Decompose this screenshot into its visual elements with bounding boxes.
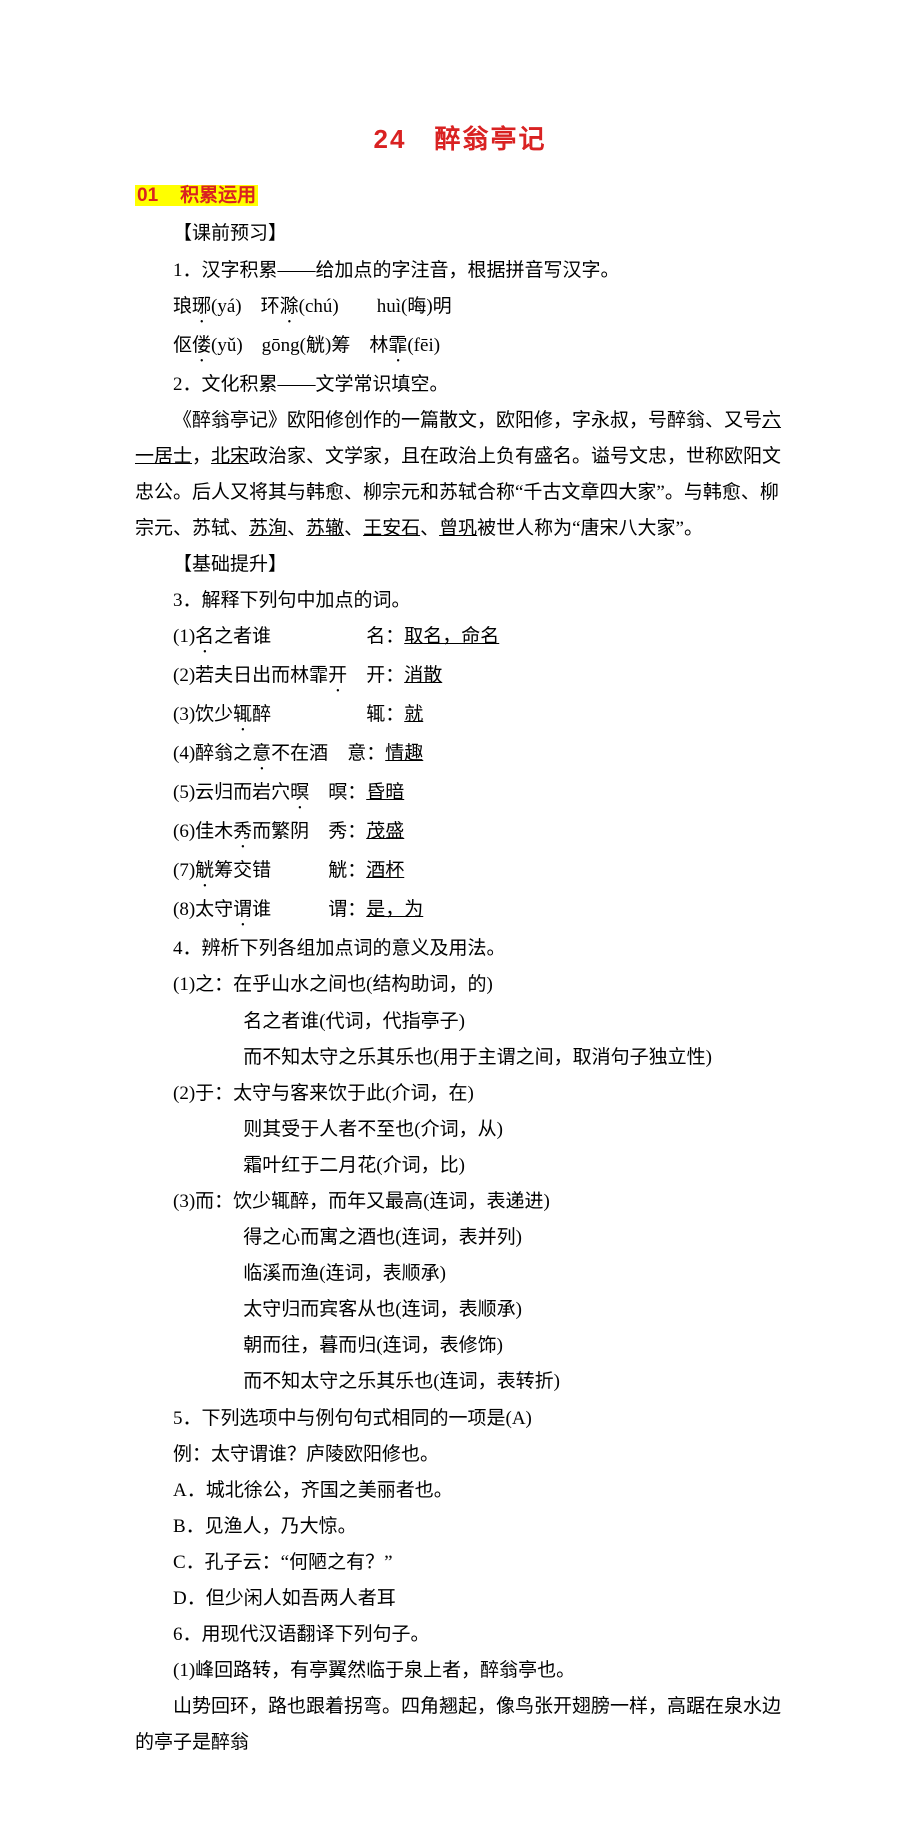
q3-item: (5)云归而岩穴暝 暝：昏暗 bbox=[135, 775, 785, 814]
q4-g2-l1: (2)于：太守与客来饮于此(介词，在) bbox=[135, 1076, 785, 1112]
q3-item: (4)醉翁之意不在酒 意：情趣 bbox=[135, 736, 785, 775]
q2-body: 《醉翁亭记》欧阳修创作的一篇散文，欧阳修，字永叔，号醉翁、又号六一居士，北宋政治… bbox=[135, 403, 785, 547]
q4-g2-l3: 霜叶红于二月花(介词，比) bbox=[135, 1148, 785, 1184]
q4-g1-l1: (1)之：在乎山水之间也(结构助词，的) bbox=[135, 967, 785, 1003]
q3-item: (1)名之者谁 名：取名，命名 bbox=[135, 619, 785, 658]
q1-line1: 琅琊(yá) 环滁(chú) huì(晦)明 bbox=[135, 289, 785, 328]
q3-item: (8)太守谓谁 谓：是，为 bbox=[135, 892, 785, 931]
q4-g3-l1: (3)而：饮少辄醉，而年又最高(连词，表递进) bbox=[135, 1184, 785, 1220]
q5-stem: 5．下列选项中与例句句式相同的一项是(A) bbox=[135, 1401, 785, 1437]
q4-g3-l3: 临溪而渔(连词，表顺承) bbox=[135, 1256, 785, 1292]
q4-g3-l5: 朝而往，暮而归(连词，表修饰) bbox=[135, 1328, 785, 1364]
subheading-keqian: 【课前预习】 bbox=[135, 216, 785, 252]
q5-option-b: B．见渔人，乃大惊。 bbox=[135, 1509, 785, 1545]
q4-g2-l2: 则其受于人者不至也(介词，从) bbox=[135, 1112, 785, 1148]
q4-g3-l2: 得之心而寓之酒也(连词，表并列) bbox=[135, 1220, 785, 1256]
page-title: 24 醉翁亭记 bbox=[135, 115, 785, 164]
q2-stem: 2．文化积累——文学常识填空。 bbox=[135, 367, 785, 403]
subheading-jichu: 【基础提升】 bbox=[135, 547, 785, 583]
q4-g3-l6: 而不知太守之乐其乐也(连词，表转折) bbox=[135, 1364, 785, 1400]
q5-option-c: C．孔子云：“何陋之有？” bbox=[135, 1545, 785, 1581]
q4-g1-l2: 名之者谁(代词，代指亭子) bbox=[135, 1004, 785, 1040]
section-label: 积累运用 bbox=[180, 185, 256, 206]
q1-line2: 伛偻(yǔ) gōng(觥)筹 林霏(fēi) bbox=[135, 328, 785, 367]
q3-item: (2)若夫日出而林霏开 开：消散 bbox=[135, 658, 785, 697]
section-number: 01 bbox=[137, 185, 158, 206]
q4-stem: 4．辨析下列各组加点词的意义及用法。 bbox=[135, 931, 785, 967]
q6-item1: (1)峰回路转，有亭翼然临于泉上者，醉翁亭也。 bbox=[135, 1653, 785, 1689]
section-header: 01 积累运用 bbox=[135, 178, 785, 214]
q5-example: 例：太守谓谁？庐陵欧阳修也。 bbox=[135, 1437, 785, 1473]
q1-stem: 1．汉字积累——给加点的字注音，根据拼音写汉字。 bbox=[135, 253, 785, 289]
q5-option-a: A．城北徐公，齐国之美丽者也。 bbox=[135, 1473, 785, 1509]
q3-item: (7)觥筹交错 觥：酒杯 bbox=[135, 853, 785, 892]
q3-item: (6)佳木秀而繁阴 秀：茂盛 bbox=[135, 814, 785, 853]
q5-option-d: D．但少闲人如吾两人者耳 bbox=[135, 1581, 785, 1617]
q6-answer1: 山势回环，路也跟着拐弯。四角翘起，像鸟张开翅膀一样，高踞在泉水边的亭子是醉翁 bbox=[135, 1689, 785, 1761]
q4-g3-l4: 太守归而宾客从也(连词，表顺承) bbox=[135, 1292, 785, 1328]
q6-stem: 6．用现代汉语翻译下列句子。 bbox=[135, 1617, 785, 1653]
q3-item: (3)饮少辄醉 辄：就 bbox=[135, 697, 785, 736]
q3-stem: 3．解释下列句中加点的词。 bbox=[135, 583, 785, 619]
q4-g1-l3: 而不知太守之乐其乐也(用于主谓之间，取消句子独立性) bbox=[135, 1040, 785, 1076]
